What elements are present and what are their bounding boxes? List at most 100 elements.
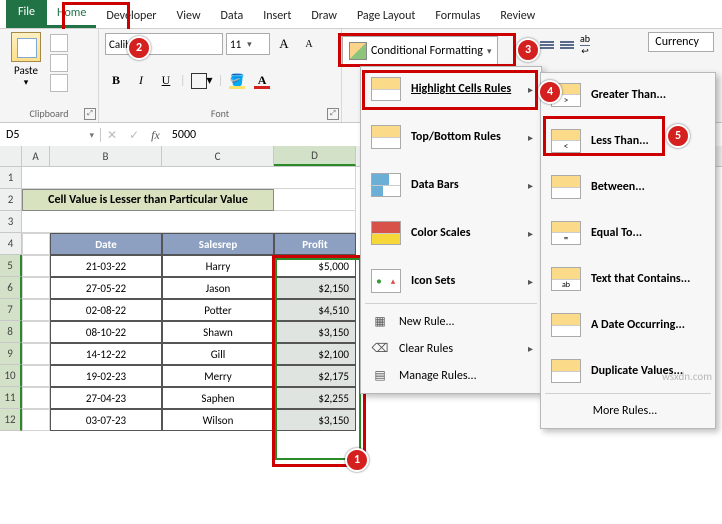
row-header[interactable]: 8 (0, 321, 22, 343)
cell[interactable] (22, 365, 50, 387)
wrap-text-button[interactable]: ab ↩ (580, 32, 590, 57)
row-header[interactable]: 5 (0, 255, 22, 277)
align-left-icon[interactable] (540, 41, 554, 49)
cell[interactable] (22, 299, 50, 321)
cell-rep[interactable]: Potter (162, 299, 274, 321)
cell-date[interactable]: 14-12-22 (50, 343, 162, 365)
paste-button[interactable]: Paste ▾ (6, 32, 46, 88)
cell[interactable] (22, 409, 50, 431)
name-box[interactable]: D5 ▾ (0, 128, 101, 142)
cell-rep[interactable]: Saphen (162, 387, 274, 409)
tab-draw[interactable]: Draw (301, 4, 347, 28)
tab-review[interactable]: Review (490, 4, 545, 28)
cell-rep[interactable]: Merry (162, 365, 274, 387)
tab-file[interactable]: File (6, 0, 47, 28)
tab-view[interactable]: View (166, 4, 210, 28)
fx-button[interactable]: fx (145, 128, 166, 143)
cell[interactable] (22, 343, 50, 365)
font-launcher-icon[interactable]: ⤢ (327, 108, 339, 120)
tab-formulas[interactable]: Formulas (425, 4, 490, 28)
cell[interactable] (22, 321, 50, 343)
font-size-combo[interactable]: 11▾ (226, 33, 270, 55)
tab-pagelayout[interactable]: Page Layout (347, 4, 425, 28)
menu-data-bars[interactable]: Data Bars ▸ (363, 167, 539, 203)
cell-date[interactable]: 19-02-23 (50, 365, 162, 387)
submenu-more-rules[interactable]: More Rules... (543, 398, 713, 424)
menu-icon-sets[interactable]: ●▴ Icon Sets ▸ (363, 263, 539, 299)
cut-icon[interactable] (50, 34, 68, 52)
cell[interactable] (22, 211, 356, 233)
borders-button[interactable]: ▾ (189, 71, 215, 91)
table-header-salesrep[interactable]: Salesrep (162, 233, 274, 255)
select-all-corner[interactable] (0, 146, 22, 166)
row-header[interactable]: 12 (0, 409, 22, 431)
submenu-between[interactable]: Between... (543, 169, 713, 205)
menu-clear-rules[interactable]: ⌫ Clear Rules ▸ (363, 335, 539, 362)
cell-profit[interactable]: $2,255 (274, 387, 356, 409)
tab-home[interactable]: Home (47, 1, 96, 28)
cell[interactable] (22, 277, 50, 299)
cell-rep[interactable]: Shawn (162, 321, 274, 343)
submenu-equal-to[interactable]: = Equal To... (543, 215, 713, 251)
row-header[interactable]: 4 (0, 233, 22, 255)
underline-button[interactable]: U (155, 71, 177, 91)
cell-date[interactable]: 03-07-23 (50, 409, 162, 431)
tab-data[interactable]: Data (211, 4, 254, 28)
cell-profit[interactable]: $2,175 (274, 365, 356, 387)
menu-new-rule[interactable]: ▦ New Rule... (363, 308, 539, 335)
cell-date[interactable]: 27-04-23 (50, 387, 162, 409)
cell-profit[interactable]: $2,100 (274, 343, 356, 365)
conditional-formatting-button[interactable]: Conditional Formatting ▾ (342, 36, 498, 66)
row-header[interactable]: 1 (0, 167, 22, 189)
row-header[interactable]: 2 (0, 189, 22, 211)
italic-button[interactable]: I (130, 71, 152, 91)
menu-top-bottom-rules[interactable]: Top/Bottom Rules ▸ (363, 119, 539, 155)
row-header[interactable]: 3 (0, 211, 22, 233)
row-header[interactable]: 10 (0, 365, 22, 387)
menu-manage-rules[interactable]: ▤ Manage Rules... (363, 362, 539, 389)
cell-rep[interactable]: Harry (162, 255, 274, 277)
submenu-greater-than[interactable]: > Greater Than... (543, 77, 713, 113)
cell-date[interactable]: 08-10-22 (50, 321, 162, 343)
menu-color-scales[interactable]: Color Scales ▸ (363, 215, 539, 251)
submenu-text-contains[interactable]: ab Text that Contains... (543, 261, 713, 297)
cell-profit[interactable]: $3,150 (274, 321, 356, 343)
cell-rep[interactable]: Jason (162, 277, 274, 299)
align-center-icon[interactable] (560, 41, 574, 49)
title-cell[interactable]: Cell Value is Lesser than Particular Val… (22, 189, 274, 211)
cell[interactable] (22, 255, 50, 277)
bold-button[interactable]: B (105, 71, 127, 91)
table-header-date[interactable]: Date (50, 233, 162, 255)
cell-rep[interactable]: Gill (162, 343, 274, 365)
cell-profit[interactable]: $4,510 (274, 299, 356, 321)
number-format-combo[interactable]: Currency (648, 32, 714, 52)
cell[interactable] (22, 387, 50, 409)
cell-profit[interactable]: $5,000 (274, 255, 356, 277)
row-header[interactable]: 9 (0, 343, 22, 365)
increase-font-icon[interactable]: A (273, 34, 295, 54)
cell-date[interactable]: 02-08-22 (50, 299, 162, 321)
clipboard-launcher-icon[interactable]: ⤢ (84, 108, 96, 120)
col-header-D[interactable]: D (274, 146, 356, 166)
decrease-font-icon[interactable]: A (298, 34, 320, 54)
cell-profit[interactable]: $3,150 (274, 409, 356, 431)
table-header-profit[interactable]: Profit (274, 233, 356, 255)
cell-date[interactable]: 21-03-22 (50, 255, 162, 277)
menu-highlight-cells-rules[interactable]: Highlight Cells Rules ▸ (363, 71, 539, 107)
tab-insert[interactable]: Insert (253, 4, 301, 28)
row-header[interactable]: 7 (0, 299, 22, 321)
row-header[interactable]: 11 (0, 387, 22, 409)
fill-color-button[interactable]: 🪣 (226, 71, 248, 91)
cell-rep[interactable]: Wilson (162, 409, 274, 431)
font-name-combo[interactable]: Calibri▾ (105, 33, 223, 55)
cell-profit[interactable]: $2,150 (274, 277, 356, 299)
format-painter-icon[interactable] (50, 74, 68, 92)
col-header-A[interactable]: A (22, 146, 50, 166)
submenu-date-occurring[interactable]: A Date Occurring... (543, 307, 713, 343)
col-header-B[interactable]: B (50, 146, 162, 166)
copy-icon[interactable] (50, 54, 68, 72)
col-header-C[interactable]: C (162, 146, 274, 166)
row-header[interactable]: 6 (0, 277, 22, 299)
cell[interactable] (274, 189, 356, 211)
cell[interactable] (22, 233, 50, 255)
